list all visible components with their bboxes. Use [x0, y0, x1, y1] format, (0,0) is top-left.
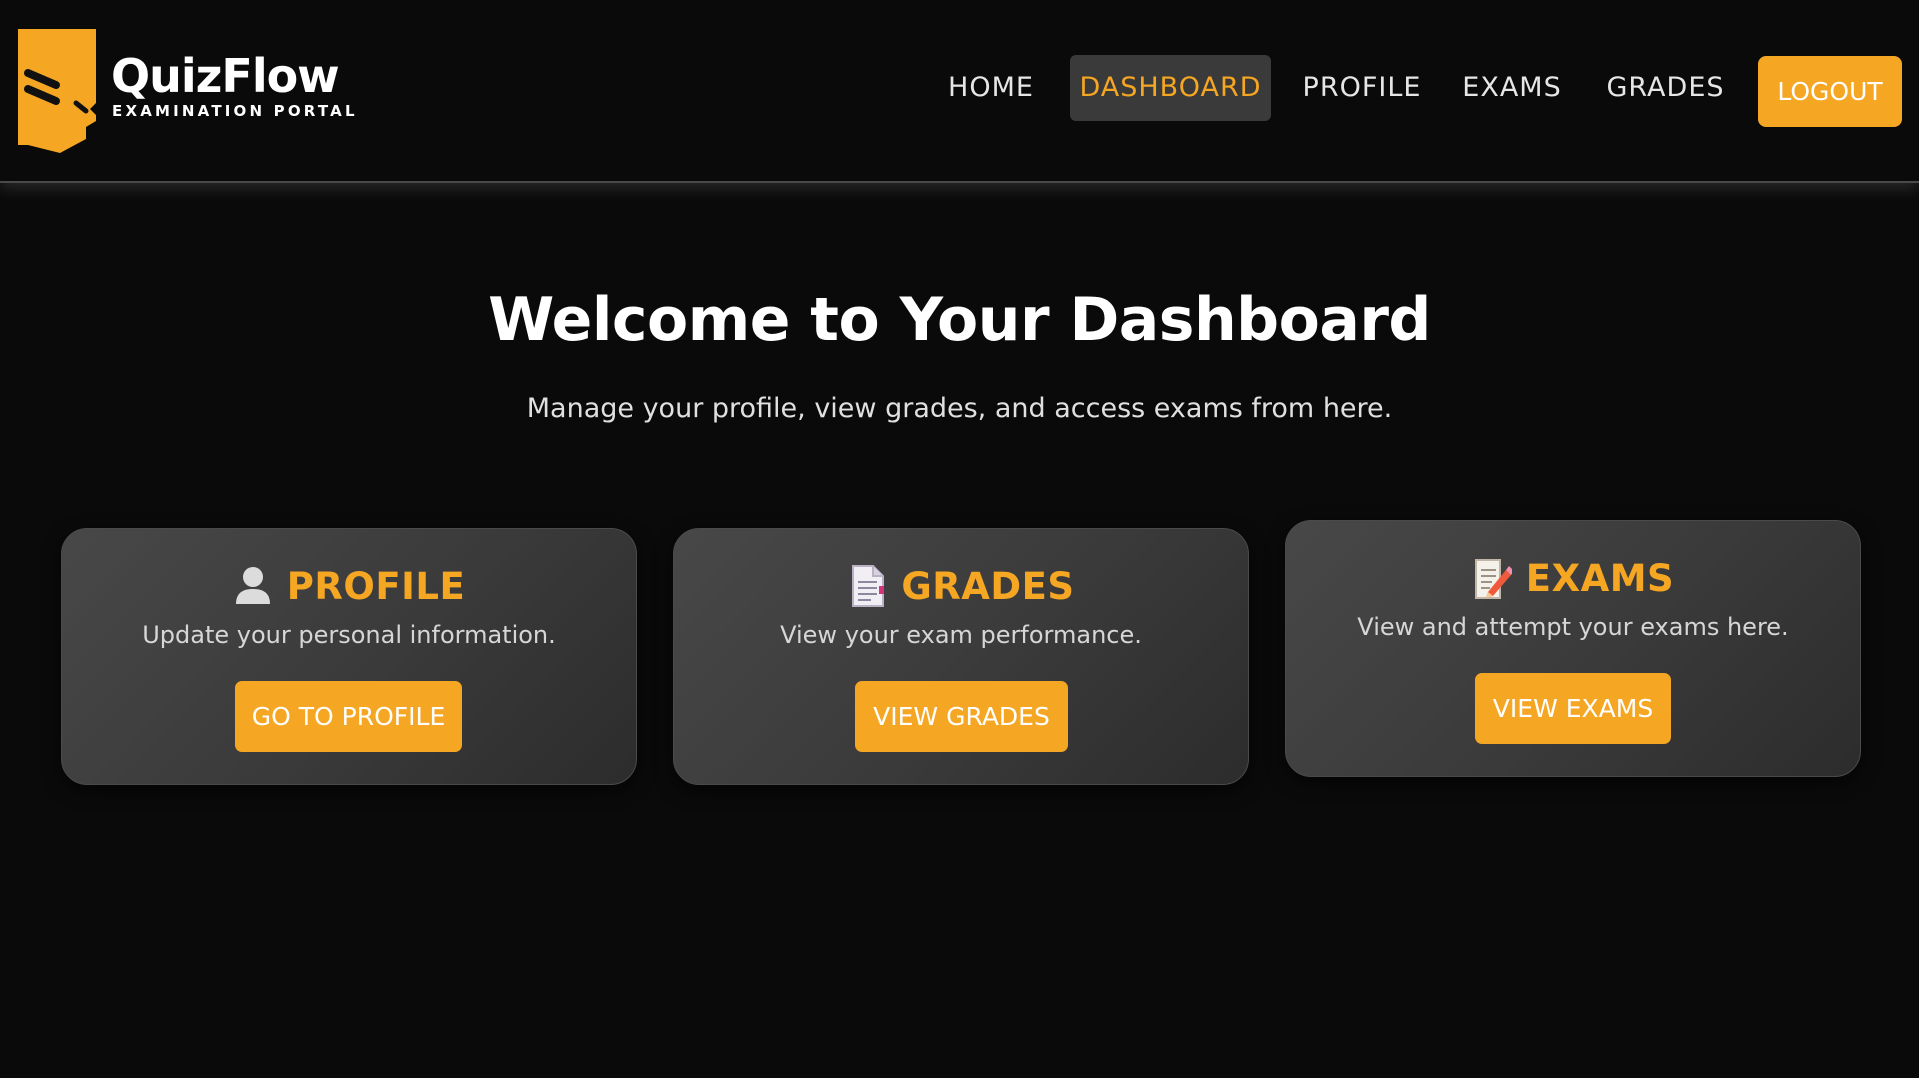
nav-dashboard[interactable]: DASHBOARD	[1070, 55, 1271, 121]
go-to-profile-button[interactable]: GO TO PROFILE	[235, 681, 462, 752]
card-title: EXAMS	[1525, 556, 1675, 600]
card-header: PROFILE	[62, 559, 636, 613]
grades-card: GRADES View your exam performance. VIEW …	[673, 528, 1249, 785]
page-title: Welcome to Your Dashboard	[488, 285, 1431, 355]
nav-home[interactable]: HOME	[940, 55, 1042, 121]
profile-card: PROFILE Update your personal information…	[61, 528, 637, 785]
card-header: GRADES	[674, 559, 1248, 613]
exams-card: EXAMS View and attempt your exams here. …	[1285, 520, 1861, 777]
main-nav: HOME DASHBOARD PROFILE EXAMS GRADES	[0, 55, 1919, 127]
card-description: View your exam performance.	[780, 621, 1142, 649]
card-title: GRADES	[901, 564, 1075, 608]
card-title: PROFILE	[286, 564, 466, 608]
nav-profile[interactable]: PROFILE	[1299, 55, 1425, 121]
nav-grades[interactable]: GRADES	[1600, 55, 1731, 121]
nav-exams[interactable]: EXAMS	[1453, 55, 1571, 121]
view-grades-button[interactable]: VIEW GRADES	[855, 681, 1068, 752]
memo-pencil-icon	[1474, 559, 1512, 599]
logout-button[interactable]: LOGOUT	[1758, 56, 1902, 127]
card-description: View and attempt your exams here.	[1357, 613, 1789, 641]
card-header: EXAMS	[1286, 551, 1860, 605]
top-navbar: QuizFlow EXAMINATION PORTAL HOME DASHBOA…	[0, 0, 1919, 183]
document-icon	[852, 565, 885, 607]
page-subtitle: Manage your profile, view grades, and ac…	[526, 393, 1393, 424]
card-description: Update your personal information.	[142, 621, 556, 649]
user-icon	[235, 567, 270, 604]
view-exams-button[interactable]: VIEW EXAMS	[1475, 673, 1671, 744]
